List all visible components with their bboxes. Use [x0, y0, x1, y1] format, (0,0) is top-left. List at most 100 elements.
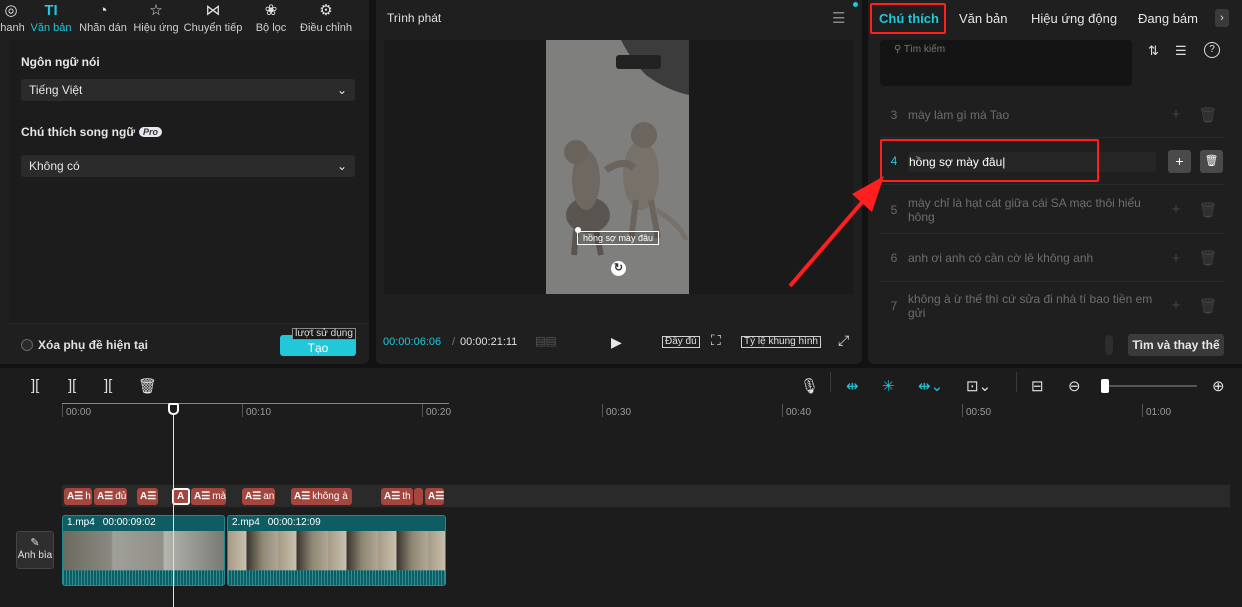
clear-current-checkbox[interactable]: [21, 339, 33, 351]
ruler-label: 00:50: [966, 407, 992, 418]
select-tool-icon[interactable]: ⊡⌄: [966, 377, 991, 395]
caption-row[interactable]: 3 mày làm gì mà Tao + 🗑: [880, 92, 1224, 138]
menu-icon[interactable]: ☰: [832, 9, 845, 27]
add-icon[interactable]: +: [1160, 250, 1192, 267]
zoom-slider-track[interactable]: [1109, 385, 1197, 387]
video-frame: [546, 40, 689, 294]
playhead-handle[interactable]: [168, 403, 179, 415]
trash-icon[interactable]: 🗑: [1192, 249, 1224, 267]
preview-axis-icon[interactable]: ⊟: [1031, 377, 1044, 395]
notification-dot: [853, 2, 858, 7]
annotation-arrow: [788, 176, 884, 288]
link-audio-icon[interactable]: ⇹⌄: [918, 377, 943, 395]
ruler-label: 01:00: [1146, 407, 1172, 418]
tab-adjust[interactable]: ⚙ Điều chỉnh: [298, 0, 354, 40]
tab-text[interactable]: TI Văn bản: [26, 0, 76, 40]
chevron-down-icon: ⌄: [336, 83, 347, 97]
tab-effects[interactable]: ☆ Hiệu ứng: [130, 0, 182, 40]
aspect-ratio-button[interactable]: Tỷ lệ khung hình: [741, 336, 821, 348]
chevron-right-icon[interactable]: ›: [1215, 9, 1229, 27]
split-left-icon[interactable]: ][: [68, 377, 76, 394]
zoom-in-icon[interactable]: ⊕: [1212, 377, 1225, 395]
player-title: Trình phát: [387, 11, 442, 25]
caption-clip[interactable]: A☰: [425, 488, 444, 505]
tab-animation[interactable]: Hiệu ứng động: [1031, 11, 1117, 26]
tab-audio[interactable]: ◎ thanh: [0, 0, 26, 40]
caption-row[interactable]: 6 anh ơi anh có cần cờ lê không anh + 🗑: [880, 235, 1224, 282]
pro-badge: Pro: [139, 127, 163, 137]
split-icon[interactable]: ][: [31, 377, 39, 394]
video-subtitle[interactable]: hồng sợ mày đâu: [577, 231, 659, 245]
frames-icon[interactable]: ▤▤: [535, 334, 557, 348]
caption-clip[interactable]: [414, 488, 423, 505]
trash-icon[interactable]: 🗑: [1200, 150, 1223, 173]
divider: [830, 372, 831, 392]
ruler-tick: [62, 404, 63, 417]
split-right-icon[interactable]: ][: [104, 377, 112, 394]
snap-icon[interactable]: ✳: [882, 377, 895, 395]
ruler-tick: [782, 404, 783, 417]
ruler-tick: [1142, 404, 1143, 417]
zoom-out-icon[interactable]: ⊖: [1068, 377, 1081, 395]
playhead[interactable]: [173, 412, 174, 607]
delete-icon[interactable]: 🗑: [138, 377, 157, 395]
sort-icon[interactable]: ⇅: [1148, 43, 1159, 59]
add-icon[interactable]: +: [1168, 150, 1191, 173]
play-icon[interactable]: ▶: [611, 334, 622, 351]
help-icon[interactable]: ?: [1204, 42, 1220, 58]
tab-transition[interactable]: ⋈ Chuyển tiếp: [182, 0, 244, 40]
current-time: 00:00:06:06: [383, 336, 442, 348]
annotation-highlight-row: [880, 139, 1099, 182]
caption-clip[interactable]: A☰: [137, 488, 158, 505]
video-clip-2[interactable]: 2.mp4 00:00:12:09: [227, 515, 446, 586]
caption-clip[interactable]: A☰ an: [242, 488, 275, 505]
caption-clip[interactable]: A☰ không à: [291, 488, 352, 505]
caption-track: [62, 485, 1230, 507]
caption-clip[interactable]: A☰ mà: [191, 488, 226, 505]
video-clip-1[interactable]: 1.mp4 00:00:09:02: [62, 515, 225, 586]
caption-row[interactable]: 5 mày chỉ là hạt cát giữa cái SA mạc thô…: [880, 186, 1224, 234]
rotate-icon[interactable]: ↻: [611, 261, 626, 276]
fit-icon[interactable]: ⛶: [711, 332, 721, 349]
bilingual-select[interactable]: Không có ⌄: [21, 155, 355, 177]
zoom-slider-handle[interactable]: [1101, 379, 1109, 393]
filter-list-icon[interactable]: ☰: [1175, 43, 1187, 59]
add-icon[interactable]: +: [1160, 106, 1192, 123]
tab-sticker[interactable]: ◔ Nhãn dán: [76, 0, 130, 40]
total-time: 00:00:21:11: [460, 336, 518, 348]
resize-handle[interactable]: [575, 227, 581, 233]
time-separator: /: [452, 336, 456, 348]
caption-clip-selected[interactable]: A: [172, 488, 190, 505]
scrollbar[interactable]: [1105, 335, 1113, 355]
trash-icon[interactable]: 🗑: [1192, 201, 1224, 219]
find-replace-button[interactable]: Tìm và thay thế: [1128, 334, 1224, 356]
ruler-tick: [422, 404, 423, 417]
caption-clip[interactable]: A☰ th: [381, 488, 413, 505]
bilingual-label: Chú thích song ngữ Pro: [21, 125, 163, 139]
video-thumbnails: [63, 531, 224, 571]
adjust-icon: ⚙: [319, 2, 333, 19]
link-clips-icon[interactable]: ⇹: [846, 377, 859, 395]
spoken-language-select[interactable]: Tiếng Việt ⌄: [21, 79, 355, 101]
trash-icon[interactable]: 🗑: [1192, 297, 1224, 315]
caption-clip[interactable]: A☰ đủ: [94, 488, 127, 505]
search-icon: ⚲: [894, 44, 904, 55]
sticker-icon: ◔: [98, 2, 108, 19]
trash-icon[interactable]: 🗑: [1192, 106, 1224, 124]
caption-clip[interactable]: A☰ h: [64, 488, 92, 505]
caption-row[interactable]: 7 không à ừ thế thì cứ sửa đi nhá tí bao…: [880, 283, 1224, 328]
cover-button[interactable]: ✎ Ảnh bìa: [16, 531, 54, 569]
ruler-label: 00:20: [426, 407, 452, 418]
tab-text[interactable]: Văn bản: [959, 11, 1007, 26]
fullscreen-icon[interactable]: ⤢: [838, 332, 849, 349]
ruler-label: 00:00: [66, 407, 92, 418]
video-preview[interactable]: [546, 40, 689, 294]
tab-tracking[interactable]: Đang bám: [1138, 11, 1198, 26]
tab-filter[interactable]: ❀ Bộ lọc: [244, 0, 298, 40]
audio-icon: ◎: [4, 2, 18, 19]
full-button[interactable]: Đầy đủ: [662, 336, 700, 348]
add-icon[interactable]: +: [1160, 201, 1192, 218]
add-icon[interactable]: +: [1160, 297, 1192, 314]
ruler-label: 00:30: [606, 407, 632, 418]
microphone-icon[interactable]: 🎙: [800, 377, 819, 395]
